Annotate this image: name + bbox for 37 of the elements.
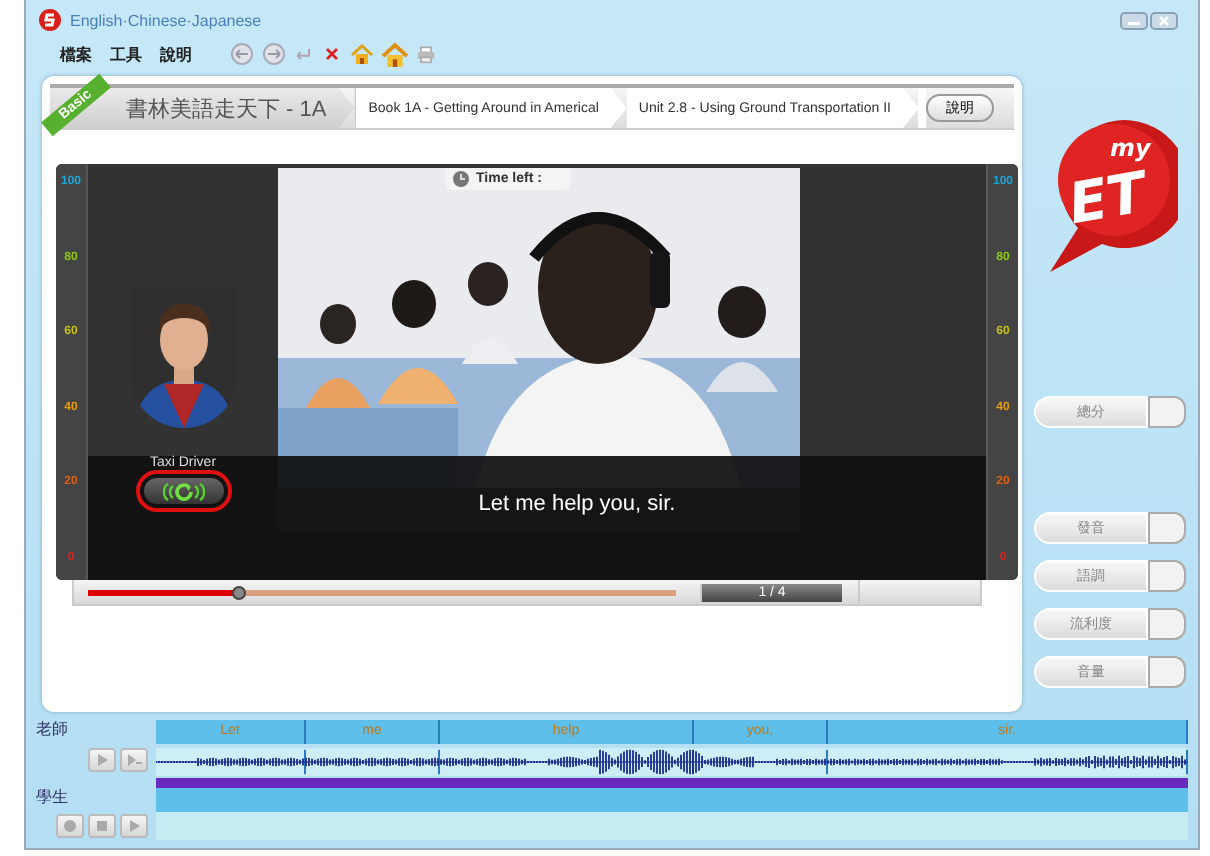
menu-item[interactable]: 檔案: [60, 43, 92, 65]
play-button[interactable]: [88, 748, 116, 772]
teacher-label: 老師: [34, 720, 70, 742]
play-button[interactable]: [120, 814, 148, 838]
printer-icon[interactable]: [416, 44, 436, 64]
stop-icon: [94, 818, 110, 834]
replay-icon: [157, 481, 209, 501]
close-icon[interactable]: [322, 44, 342, 64]
house-icon[interactable]: [382, 41, 408, 67]
play-icon: [126, 818, 142, 834]
record-button[interactable]: [56, 814, 84, 838]
score-value-box: [1148, 512, 1186, 544]
return-arrow-icon[interactable]: [294, 44, 314, 64]
close-button[interactable]: [1150, 11, 1178, 29]
menu-item[interactable]: 工具: [110, 43, 142, 65]
slow-play-button[interactable]: [120, 748, 148, 772]
window-title: English·Chinese·Japanese: [70, 11, 262, 29]
score-value-box: [1148, 560, 1186, 592]
stop-button[interactable]: [88, 814, 116, 838]
progress-thumb[interactable]: [232, 585, 247, 599]
student-label: 學生: [34, 788, 70, 810]
clock-icon: [452, 170, 470, 188]
back-icon[interactable]: [230, 42, 254, 66]
score-value-box: [1148, 608, 1186, 640]
replay-button[interactable]: [143, 478, 223, 504]
progress-track[interactable]: [88, 589, 676, 595]
score-value-box: [1148, 396, 1186, 428]
score-value-box: [1148, 656, 1186, 688]
menu-item[interactable]: 說明: [160, 43, 192, 65]
play-icon: [94, 752, 110, 768]
record-icon: [62, 818, 78, 834]
forward-icon[interactable]: [262, 42, 286, 66]
home-icon[interactable]: [350, 42, 374, 66]
app-logo-icon: [38, 8, 62, 32]
minimize-button[interactable]: [1120, 11, 1148, 29]
slow-play-icon: [126, 752, 142, 768]
subtitle-text: Let me help you, sir.: [478, 492, 676, 516]
